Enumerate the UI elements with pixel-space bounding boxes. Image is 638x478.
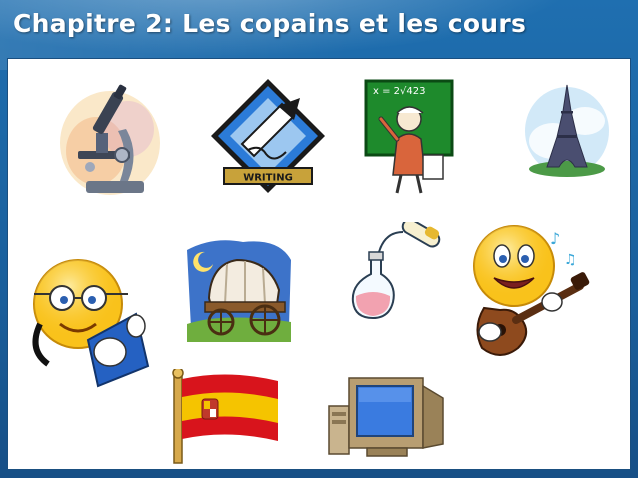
writing-icon: WRITING [211,79,325,193]
guitar-smiley-icon: ♪ ♫ [473,225,590,356]
computer-icon [328,377,444,457]
writing-label: WRITING [243,173,293,184]
slide: Chapitre 2: Les copains et les cours WRI… [0,0,638,478]
teacher-chalkboard-icon: x = 2√423 [364,79,454,194]
microscope-icon [60,84,160,195]
svg-text:♪: ♪ [550,229,560,248]
svg-text:♫: ♫ [564,252,577,268]
spain-flag-icon [172,369,278,464]
chalkboard-equation: x = 2√423 [373,86,425,97]
eiffel-tower-icon [525,84,609,177]
reading-smiley-icon [32,259,150,388]
content-panel: WRITING x = 2√423 ♪ ♫ [7,58,631,470]
covered-wagon-icon [187,240,291,342]
slide-title: Chapitre 2: Les copains et les cours [13,9,527,38]
flask-icon [351,222,441,320]
